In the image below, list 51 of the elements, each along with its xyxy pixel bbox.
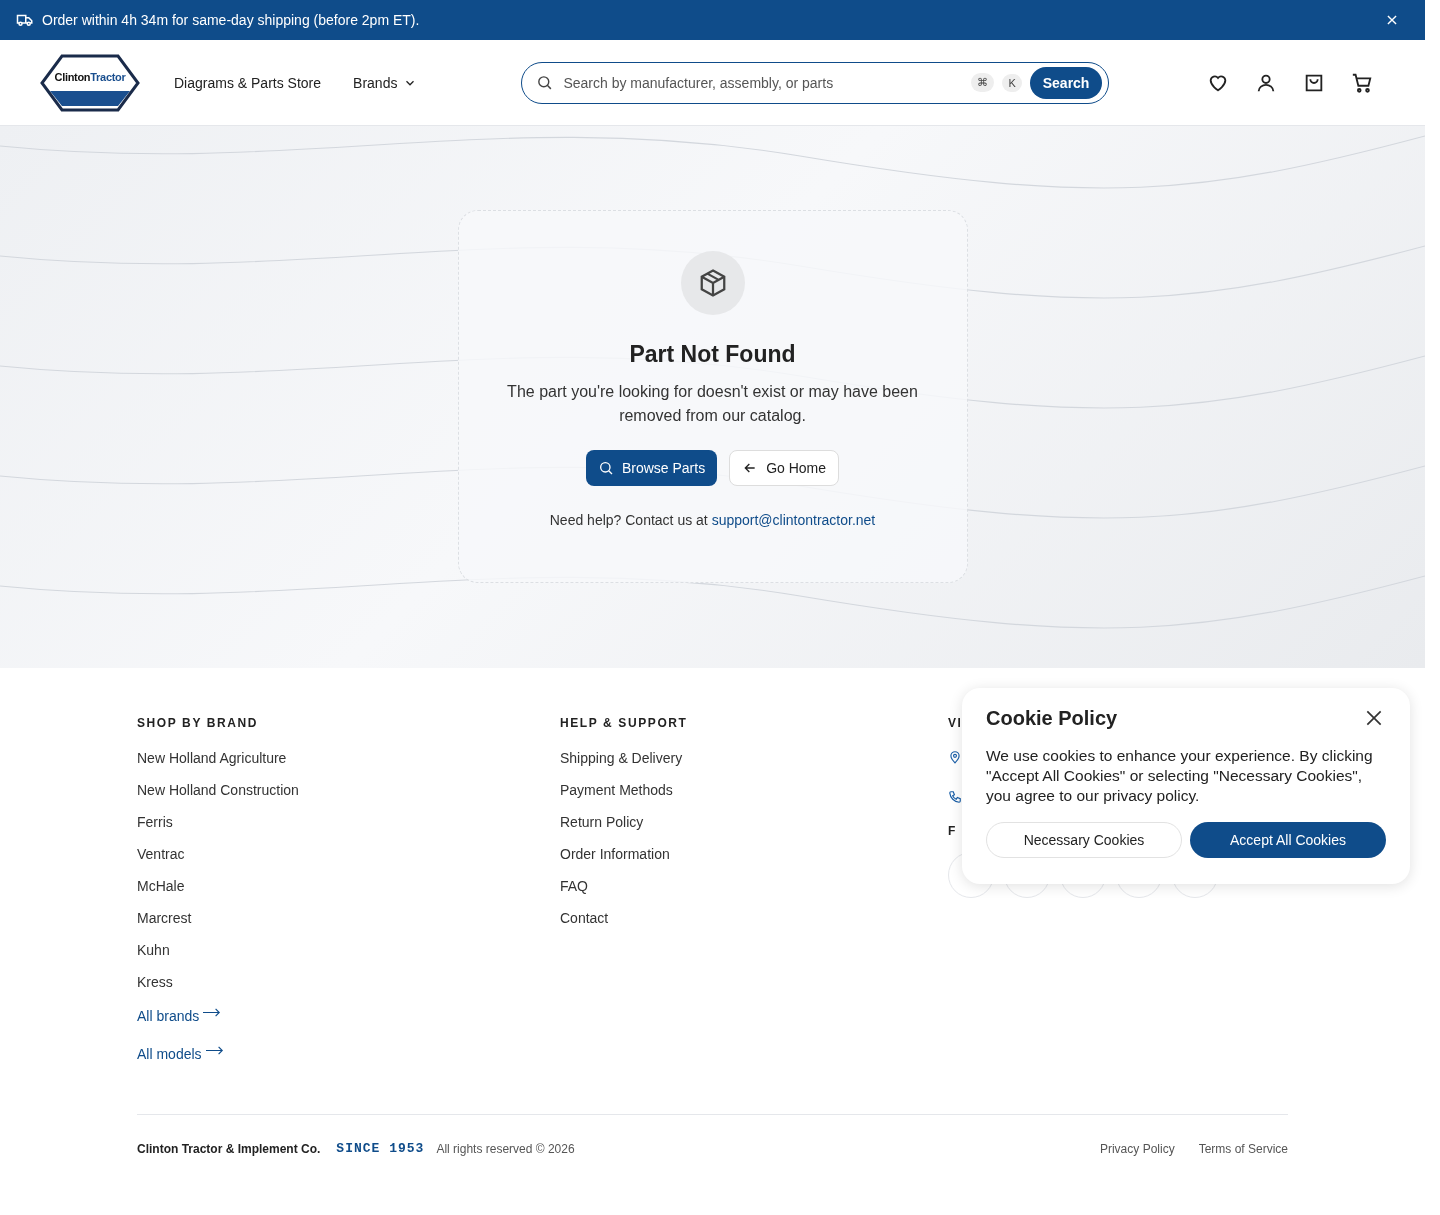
- location-icon: [948, 750, 962, 764]
- search-icon: [536, 74, 554, 91]
- error-message: The part you're looking for doesn't exist or may have been removed from our catalog.: [506, 382, 919, 426]
- shortcut-key: ⌘: [971, 73, 995, 92]
- arrow-right-icon: [203, 1008, 222, 1017]
- footer-link[interactable]: Contact: [560, 910, 948, 942]
- error-title: Part Not Found: [629, 341, 796, 368]
- logo[interactable]: ClintonTractor: [40, 52, 140, 113]
- arrow-right-icon: [205, 1046, 224, 1055]
- help-text: Need help? Contact us at: [549, 512, 708, 528]
- footer-link[interactable]: McHale: [137, 878, 560, 910]
- column-heading: F: [948, 824, 957, 838]
- footer-link[interactable]: New Holland Agriculture: [137, 750, 560, 782]
- column-heading: VI: [948, 716, 963, 730]
- footer-link[interactable]: Ventrac: [137, 846, 560, 878]
- search-icon: [597, 460, 614, 476]
- footer-link[interactable]: Kuhn: [137, 942, 560, 974]
- column-heading: HELP & SUPPORT: [560, 716, 689, 730]
- close-icon: [1385, 13, 1399, 27]
- home-button[interactable]: Go Home: [729, 450, 840, 486]
- footer-link[interactable]: FAQ: [560, 878, 948, 910]
- footer-link[interactable]: New Holland Construction: [137, 782, 560, 814]
- search-button[interactable]: Search: [1029, 66, 1103, 99]
- close-icon: [1364, 708, 1384, 728]
- footer-link[interactable]: Shipping & Delivery: [560, 750, 948, 782]
- nav-link[interactable]: Diagrams & Parts Store: [174, 74, 322, 91]
- brands-menu[interactable]: Brands: [353, 74, 418, 91]
- footer-link[interactable]: Return Policy: [560, 814, 948, 846]
- accept-button[interactable]: Accept All Cookies: [1190, 822, 1386, 858]
- shortcut-key: K: [1002, 73, 1022, 92]
- dialog-title: Cookie Policy: [986, 706, 1118, 730]
- footer-link[interactable]: Kress: [137, 974, 560, 1006]
- footer-link[interactable]: Marcrest: [137, 910, 560, 942]
- footer-link[interactable]: Ferris: [137, 814, 560, 846]
- phone-icon: [948, 790, 962, 804]
- banner-text: Order within 4h 34m for same-day shipping (before 2pm ET).: [42, 12, 420, 28]
- cookie-message: We use cookies to enhance your experience. By clicking "Accept All Cookies" or selecting "Necessary Cookies", you agree to our privacy policy.: [986, 746, 1374, 806]
- cart-icon[interactable]: [1351, 71, 1373, 94]
- since-label: SINCE 1953: [336, 1141, 425, 1156]
- footer-link[interactable]: Order Information: [560, 846, 948, 878]
- more-link[interactable]: All brands: [137, 1008, 560, 1044]
- email-link[interactable]: support@clintontractor.net: [711, 512, 876, 528]
- footer-link[interactable]: Payment Methods: [560, 782, 948, 814]
- necessary-button[interactable]: Necessary Cookies: [986, 822, 1182, 858]
- legal-link[interactable]: Privacy Policy: [1099, 1141, 1175, 1156]
- company-name: Clinton Tractor & Implement Co.: [137, 1141, 321, 1156]
- copyright-text: All rights reserved © 2026: [436, 1141, 575, 1156]
- browse-button[interactable]: Browse Parts: [585, 450, 718, 486]
- legal-link[interactable]: Terms of Service: [1198, 1141, 1288, 1156]
- more-link[interactable]: All models: [137, 1046, 560, 1082]
- column-heading: SHOP BY BRAND: [137, 716, 260, 730]
